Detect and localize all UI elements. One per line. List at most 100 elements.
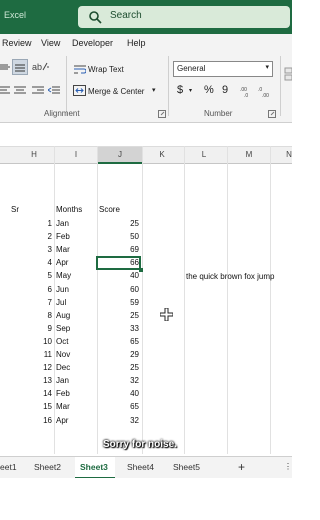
- number-launcher-icon[interactable]: [268, 110, 276, 118]
- column-header-j: J: [118, 150, 122, 159]
- svg-text:ab: ab: [32, 62, 42, 72]
- score-cell[interactable]: 60: [110, 283, 139, 297]
- sr-cell[interactable]: 6: [30, 283, 52, 297]
- column-header-n[interactable]: N: [285, 150, 293, 159]
- menu-view[interactable]: View: [41, 38, 60, 48]
- comma-style-button[interactable]: 9: [222, 84, 228, 96]
- sr-cell[interactable]: 16: [30, 414, 52, 428]
- sheet-tab-active[interactable]: Sheet3: [75, 457, 115, 479]
- align-bottom-icon[interactable]: [12, 59, 28, 75]
- sheet-tab-sheet5[interactable]: Sheet5: [173, 462, 200, 472]
- menu-help[interactable]: Help: [127, 38, 146, 48]
- month-cell[interactable]: Sep: [56, 322, 70, 336]
- currency-button[interactable]: $: [177, 84, 183, 96]
- sr-cell[interactable]: 3: [30, 243, 52, 257]
- grid-line: [270, 146, 271, 454]
- score-cell[interactable]: 33: [110, 322, 139, 336]
- month-cell[interactable]: Oct: [56, 335, 68, 349]
- sr-cell[interactable]: 2: [30, 230, 52, 244]
- score-cell[interactable]: 32: [110, 414, 139, 428]
- month-cell[interactable]: Aug: [56, 309, 70, 323]
- add-sheet-button[interactable]: +: [238, 460, 245, 474]
- grid-line: [227, 146, 228, 454]
- month-cell[interactable]: Mar: [56, 400, 70, 414]
- month-cell[interactable]: Jun: [56, 283, 69, 297]
- align-left-icon[interactable]: [0, 85, 10, 95]
- merge-center-icon[interactable]: [73, 85, 86, 96]
- ribbon-separator: [280, 56, 281, 116]
- sr-cell[interactable]: 10: [30, 335, 52, 349]
- month-cell[interactable]: Jan: [56, 374, 69, 388]
- sr-cell[interactable]: 11: [30, 348, 52, 362]
- chevron-down-icon: ▾: [265, 64, 269, 71]
- orientation-icon[interactable]: ab: [32, 60, 50, 72]
- month-cell[interactable]: Mar: [56, 243, 70, 257]
- score-cell[interactable]: 65: [110, 400, 139, 414]
- wrap-text-icon[interactable]: [74, 64, 86, 74]
- month-cell[interactable]: Apr: [56, 256, 68, 270]
- sr-cell[interactable]: 13: [30, 374, 52, 388]
- conditional-format-icon[interactable]: [284, 66, 292, 94]
- column-header-h[interactable]: H: [29, 150, 39, 159]
- percent-button[interactable]: %: [204, 84, 214, 96]
- menu-developer[interactable]: Developer: [72, 38, 113, 48]
- score-cell[interactable]: 32: [110, 374, 139, 388]
- sheet-tab-sheet4[interactable]: Sheet4: [127, 462, 154, 472]
- align-right-icon[interactable]: [32, 85, 44, 95]
- sr-cell[interactable]: 1: [30, 217, 52, 231]
- sheet-tab-sheet1[interactable]: eet1: [0, 462, 17, 472]
- score-cell[interactable]: 25: [110, 361, 139, 375]
- sr-cell[interactable]: 4: [30, 256, 52, 270]
- month-cell[interactable]: Feb: [56, 230, 70, 244]
- month-cell[interactable]: Jul: [56, 296, 66, 310]
- column-header-k[interactable]: K: [157, 150, 167, 159]
- score-cell[interactable]: 40: [110, 269, 139, 283]
- sr-cell[interactable]: 8: [30, 309, 52, 323]
- menu-bar: Review View Developer Help: [0, 34, 292, 52]
- sr-cell[interactable]: 5: [30, 269, 52, 283]
- selected-cell[interactable]: [96, 256, 141, 270]
- sheet-tab-sheet2[interactable]: Sheet2: [34, 462, 61, 472]
- number-format-select[interactable]: General ▾: [173, 61, 273, 77]
- sr-cell[interactable]: 9: [30, 322, 52, 336]
- score-cell[interactable]: 65: [110, 335, 139, 349]
- alignment-launcher-icon[interactable]: [158, 110, 166, 118]
- score-cell[interactable]: 25: [110, 309, 139, 323]
- column-header-i[interactable]: I: [71, 150, 81, 159]
- month-cell[interactable]: May: [56, 269, 71, 283]
- score-cell[interactable]: 29: [110, 348, 139, 362]
- column-header-j-selected[interactable]: J: [97, 147, 142, 164]
- score-cell[interactable]: 40: [110, 387, 139, 401]
- more-sheets-icon[interactable]: ⋮: [284, 462, 292, 471]
- merge-dropdown-icon[interactable]: ▾: [152, 86, 156, 94]
- merge-center-button[interactable]: Merge & Center: [88, 87, 144, 96]
- score-cell[interactable]: 59: [110, 296, 139, 310]
- column-header-row: H I J K L M N: [0, 146, 292, 164]
- align-center-icon[interactable]: [14, 85, 26, 95]
- grid-line: [184, 146, 185, 454]
- month-cell[interactable]: Dec: [56, 361, 70, 375]
- sr-cell[interactable]: 12: [30, 361, 52, 375]
- menu-review[interactable]: Review: [2, 38, 32, 48]
- search-box[interactable]: Search: [78, 6, 290, 28]
- ribbon-separator: [168, 56, 169, 116]
- align-middle-icon[interactable]: [0, 62, 12, 72]
- currency-dropdown-icon[interactable]: ▾: [189, 87, 192, 94]
- number-group-label: Number: [204, 109, 233, 118]
- month-cell[interactable]: Jan: [56, 217, 69, 231]
- increase-decimal-icon[interactable]: .00.0: [240, 85, 254, 97]
- wrap-text-button[interactable]: Wrap Text: [88, 65, 124, 74]
- month-cell[interactable]: Apr: [56, 414, 68, 428]
- sr-cell[interactable]: 15: [30, 400, 52, 414]
- score-cell[interactable]: 25: [110, 217, 139, 231]
- column-header-m[interactable]: M: [243, 150, 255, 159]
- sr-cell[interactable]: 14: [30, 387, 52, 401]
- sr-cell[interactable]: 7: [30, 296, 52, 310]
- decrease-indent-icon[interactable]: [48, 85, 60, 95]
- column-header-l[interactable]: L: [199, 150, 209, 159]
- decrease-decimal-icon[interactable]: .0.00: [258, 85, 272, 97]
- month-cell[interactable]: Feb: [56, 387, 70, 401]
- fill-handle[interactable]: [139, 268, 143, 272]
- month-cell[interactable]: Nov: [56, 348, 70, 362]
- score-cell[interactable]: 50: [110, 230, 139, 244]
